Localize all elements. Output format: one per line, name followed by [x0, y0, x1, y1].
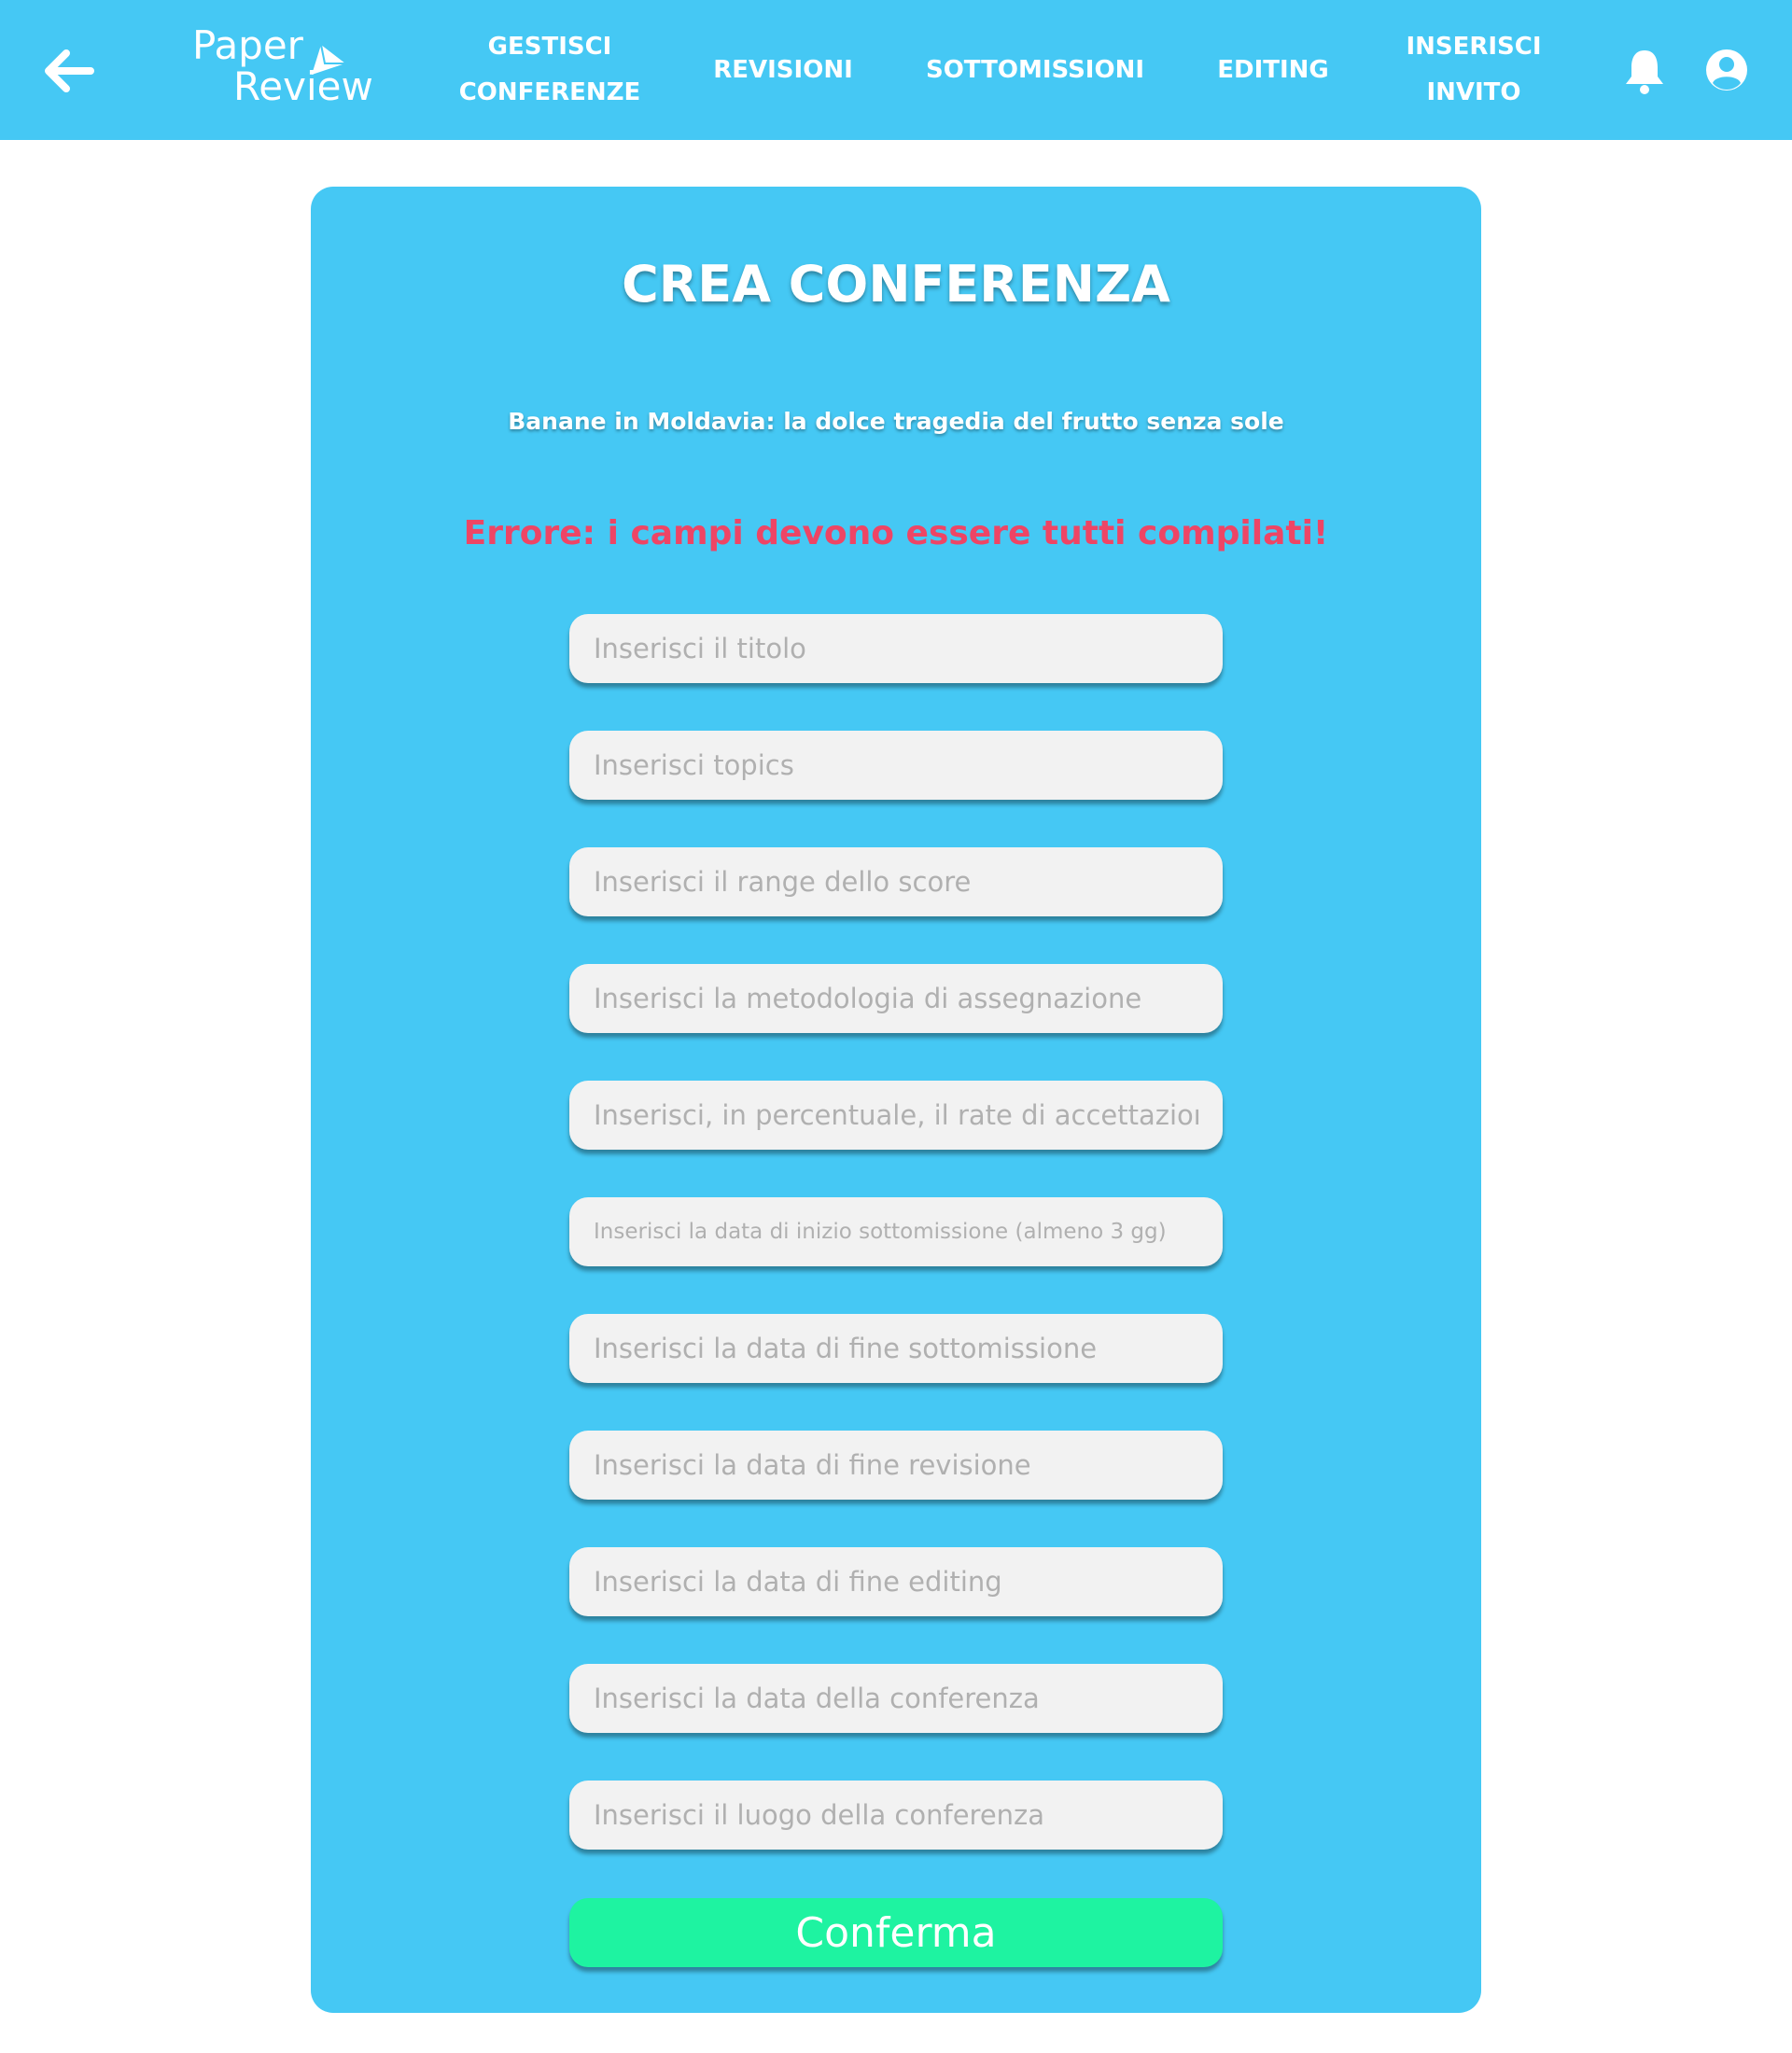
- editing-end-date-field[interactable]: [569, 1547, 1223, 1616]
- score-range-field[interactable]: [569, 847, 1223, 916]
- nav-sottomissioni[interactable]: SOTTOMISSIONI: [923, 0, 1147, 140]
- logo-text-paper: Paper: [192, 22, 303, 68]
- conference-subtitle: Banane in Moldavia: la dolce tragedia de…: [508, 408, 1284, 435]
- confirm-button[interactable]: Conferma: [569, 1898, 1223, 1967]
- bell-icon[interactable]: [1618, 45, 1671, 97]
- assignment-method-field[interactable]: [569, 964, 1223, 1033]
- title-field[interactable]: [569, 614, 1223, 683]
- submission-end-date-field[interactable]: [569, 1314, 1223, 1383]
- acceptance-rate-field[interactable]: [569, 1081, 1223, 1150]
- nav-editing[interactable]: EDITING: [1203, 0, 1343, 140]
- conference-date-field[interactable]: [569, 1664, 1223, 1733]
- review-end-date-field[interactable]: [569, 1431, 1223, 1500]
- conference-location-field[interactable]: [569, 1781, 1223, 1850]
- page-title: CREA CONFERENZA: [622, 255, 1170, 314]
- top-navbar: Paper Review GESTISCI CONFERENZE REVISIO…: [0, 0, 1792, 140]
- nav-gestisci-conferenze[interactable]: GESTISCI CONFERENZE: [456, 0, 643, 140]
- back-arrow-icon[interactable]: [37, 40, 99, 102]
- user-circle-icon[interactable]: [1701, 44, 1753, 96]
- app-logo[interactable]: Paper Review: [190, 22, 377, 116]
- logo-text-review: Review: [233, 63, 373, 109]
- nav-inserisci-invito[interactable]: INSERISCI INVITO: [1399, 0, 1548, 140]
- topics-field[interactable]: [569, 731, 1223, 800]
- error-message: Errore: i campi devono essere tutti comp…: [463, 514, 1329, 552]
- submission-start-date-field[interactable]: [569, 1197, 1223, 1266]
- nav-revisioni[interactable]: REVISIONI: [699, 0, 867, 140]
